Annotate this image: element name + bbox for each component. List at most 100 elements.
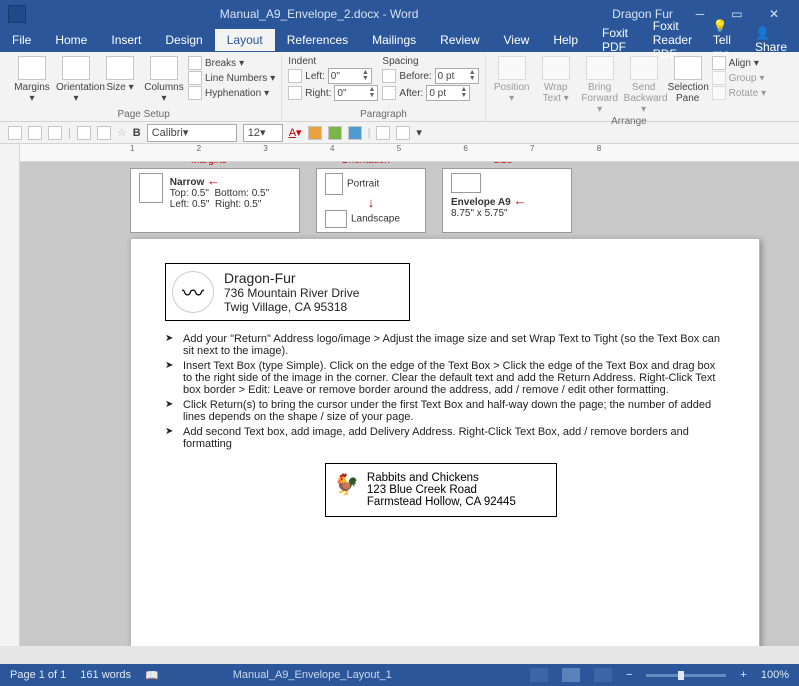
size-icon bbox=[106, 56, 134, 80]
zoom-slider[interactable] bbox=[646, 674, 726, 677]
rooster-icon: 🐓 bbox=[334, 472, 359, 497]
selection-pane-button[interactable]: Selection Pane bbox=[668, 56, 708, 104]
spacing-after[interactable]: After:0 pt▲▼ bbox=[382, 85, 478, 101]
indent-header: Indent bbox=[288, 56, 378, 67]
breaks-button[interactable]: Breaks ▾ bbox=[188, 56, 275, 70]
return-address: Dragon-Fur 736 Mountain River Drive Twig… bbox=[224, 270, 359, 314]
tab-home[interactable]: Home bbox=[43, 29, 99, 51]
group-button[interactable]: Group ▾ bbox=[712, 71, 767, 85]
list-item: Click Return(s) to bring the cursor unde… bbox=[181, 399, 725, 423]
color-icon-3[interactable] bbox=[348, 126, 362, 140]
font-select[interactable]: Calibri ▾ bbox=[147, 124, 237, 142]
bold-button[interactable]: B bbox=[133, 127, 141, 139]
delivery-address-box[interactable]: 🐓 Rabbits and Chickens 123 Blue Creek Ro… bbox=[325, 463, 557, 517]
share-button[interactable]: 👤 Share bbox=[755, 26, 787, 54]
qat-sep: | bbox=[68, 127, 71, 139]
bring-forward-button[interactable]: Bring Forward ▾ bbox=[580, 56, 620, 115]
line-numbers-button[interactable]: Line Numbers ▾ bbox=[188, 71, 275, 85]
document-area[interactable]: Margins Narrow ← Top: 0.5" Bottom: 0.5" … bbox=[20, 162, 799, 646]
align-icon bbox=[712, 56, 726, 70]
qat-more[interactable]: ▾ bbox=[416, 126, 422, 139]
qat-icon-3[interactable] bbox=[376, 126, 390, 140]
tab-file[interactable]: File bbox=[0, 29, 43, 51]
read-mode-icon[interactable] bbox=[530, 668, 548, 682]
indent-right[interactable]: Right:0"▲▼ bbox=[288, 85, 378, 101]
size-button[interactable]: Size ▾ bbox=[100, 56, 140, 93]
color-icon-2[interactable] bbox=[328, 126, 342, 140]
columns-icon bbox=[150, 56, 178, 80]
rotate-button[interactable]: Rotate ▾ bbox=[712, 86, 767, 100]
save-icon[interactable] bbox=[8, 126, 22, 140]
annotation-row: Margins Narrow ← Top: 0.5" Bottom: 0.5" … bbox=[130, 168, 572, 233]
hyphen-icon bbox=[188, 86, 202, 100]
list-item: Add your "Return" Address logo/image > A… bbox=[181, 333, 725, 357]
zoom-in-button[interactable]: + bbox=[740, 669, 746, 681]
page[interactable]: 〰 Dragon-Fur 736 Mountain River Drive Tw… bbox=[130, 238, 760, 646]
hyphenation-button[interactable]: Hyphenation ▾ bbox=[188, 86, 275, 100]
web-layout-icon[interactable] bbox=[594, 668, 612, 682]
landscape-icon bbox=[325, 210, 347, 228]
tab-insert[interactable]: Insert bbox=[99, 29, 153, 51]
tab-layout[interactable]: Layout bbox=[215, 29, 275, 51]
undo-icon[interactable] bbox=[28, 126, 42, 140]
tab-mailings[interactable]: Mailings bbox=[360, 29, 428, 51]
ribbon: Margins ▾ Orientation ▾ Size ▾ Columns ▾… bbox=[0, 52, 799, 122]
close-icon[interactable]: ✕ bbox=[757, 7, 791, 21]
group-label-arrange: Arrange bbox=[611, 115, 647, 128]
delivery-address: Rabbits and Chickens 123 Blue Creek Road… bbox=[367, 472, 516, 508]
margins-swatch-icon bbox=[139, 173, 163, 203]
arrow-left-icon: ← bbox=[513, 193, 526, 208]
page-count[interactable]: Page 1 of 1 bbox=[10, 669, 66, 681]
horizontal-ruler[interactable]: 1 2 3 4 5 6 7 8 bbox=[20, 144, 799, 162]
quick-access-toolbar: | ☆ B Calibri ▾ 12 ▾ A▾ | ▾ bbox=[0, 122, 799, 144]
tab-help[interactable]: Help bbox=[541, 29, 590, 51]
wrap-text-button[interactable]: Wrap Text ▾ bbox=[536, 56, 576, 104]
qat-sep3: | bbox=[368, 127, 371, 139]
ribbon-tabs: File Home Insert Design Layout Reference… bbox=[0, 28, 799, 52]
orientation-button[interactable]: Orientation ▾ bbox=[56, 56, 96, 104]
linenum-icon bbox=[188, 71, 202, 85]
size-annotation: Size Envelope A9 ← 8.75" x 5.75" bbox=[442, 168, 572, 233]
tab-design[interactable]: Design bbox=[153, 29, 214, 51]
instruction-list: Add your "Return" Address logo/image > A… bbox=[165, 333, 725, 450]
status-bar: Page 1 of 1 161 words 📖 Manual_A9_Envelo… bbox=[0, 664, 799, 686]
align-button[interactable]: Align ▾ bbox=[712, 56, 767, 70]
group-paragraph: Indent Left:0"▲▼ Right:0"▲▼ Spacing Befo… bbox=[282, 54, 485, 121]
qat-icon-4[interactable] bbox=[396, 126, 410, 140]
redo-icon[interactable] bbox=[48, 126, 62, 140]
group-icon bbox=[712, 71, 726, 85]
font-size-select[interactable]: 12 ▾ bbox=[243, 124, 283, 142]
tab-review[interactable]: Review bbox=[428, 29, 491, 51]
qat-icon-2[interactable] bbox=[97, 126, 111, 140]
margins-button[interactable]: Margins ▾ bbox=[12, 56, 52, 104]
columns-button[interactable]: Columns ▾ bbox=[144, 56, 184, 104]
proofing-icon[interactable]: 📖 bbox=[145, 669, 159, 682]
return-address-box[interactable]: 〰 Dragon-Fur 736 Mountain River Drive Tw… bbox=[165, 263, 410, 321]
word-icon bbox=[8, 5, 26, 23]
vertical-ruler[interactable] bbox=[0, 144, 20, 646]
indent-left[interactable]: Left:0"▲▼ bbox=[288, 68, 378, 84]
wrap-icon bbox=[542, 56, 570, 80]
tab-view[interactable]: View bbox=[492, 29, 542, 51]
position-icon bbox=[498, 56, 526, 80]
tab-references[interactable]: References bbox=[275, 29, 360, 51]
group-label-paragraph: Paragraph bbox=[360, 108, 407, 121]
print-layout-icon[interactable] bbox=[562, 668, 580, 682]
list-item: Insert Text Box (type Simple). Click on … bbox=[181, 360, 725, 396]
before-icon bbox=[382, 69, 396, 83]
margins-icon bbox=[18, 56, 46, 80]
qat-icon-1[interactable] bbox=[77, 126, 91, 140]
font-color-button[interactable]: A▾ bbox=[289, 126, 302, 139]
zoom-level[interactable]: 100% bbox=[761, 669, 789, 681]
orientation-annotation: Orientation Portrait ↓ Landscape bbox=[316, 168, 426, 233]
send-backward-button[interactable]: Send Backward ▾ bbox=[624, 56, 664, 115]
group-page-setup: Margins ▾ Orientation ▾ Size ▾ Columns ▾… bbox=[6, 54, 282, 121]
size-swatch-icon bbox=[451, 173, 481, 193]
spacing-before[interactable]: Before:0 pt▲▼ bbox=[382, 68, 478, 84]
zoom-out-button[interactable]: − bbox=[626, 669, 632, 681]
color-icon-1[interactable] bbox=[308, 126, 322, 140]
position-button[interactable]: Position ▾ bbox=[492, 56, 532, 104]
tab-foxit[interactable]: Foxit PDF bbox=[590, 22, 641, 58]
document-title: Manual_A9_Envelope_2.docx - Word bbox=[26, 7, 612, 21]
word-count[interactable]: 161 words bbox=[80, 669, 131, 681]
